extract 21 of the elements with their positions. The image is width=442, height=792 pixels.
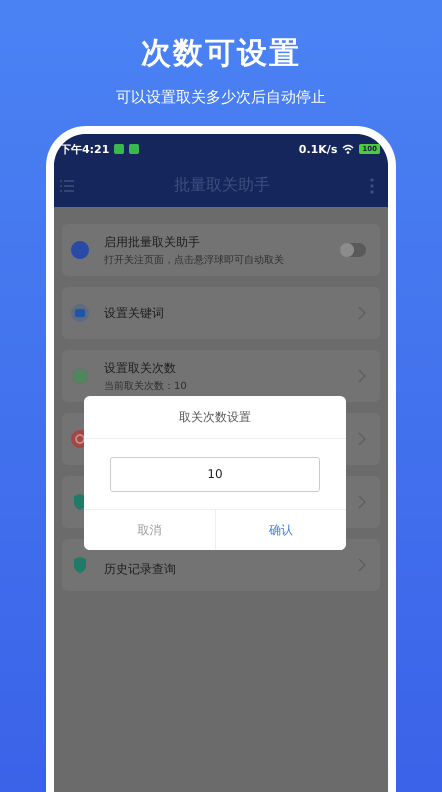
settings-card[interactable]: 设置取关次数 当前取关次数：10 [62, 350, 380, 402]
setting-description: 当前取关次数：10 [104, 380, 188, 392]
setting-title: 启用批量取关助手 [104, 234, 201, 250]
network-speed: 0.1K/s [298, 142, 338, 156]
setting-title: 设置关键词 [104, 304, 165, 322]
dialog-title: 取关次数设置 [84, 396, 346, 439]
toggle-switch[interactable] [340, 243, 366, 257]
settings-card[interactable]: 设置关键词 [62, 287, 380, 339]
settings-card[interactable]: 启用批量取关助手 打开关注页面，点击悬浮球即可自动取关 [62, 224, 380, 276]
wifi-icon [342, 143, 354, 155]
setting-title: 历史记录查询 [104, 560, 177, 578]
menu-icon[interactable] [60, 180, 74, 192]
confirm-button[interactable]: 确认 [214, 510, 346, 550]
setting-title: 设置取关次数 [104, 360, 177, 376]
setting-description: 打开关注页面，点击悬浮球即可自动取关 [104, 254, 285, 266]
count-input-field[interactable]: 10 [110, 456, 320, 492]
notification-icon [129, 144, 140, 154]
headline: 次数可设置 [141, 35, 301, 73]
notification-icon [114, 144, 124, 154]
subheadline: 可以设置取关多少次后自动停止 [116, 87, 326, 108]
more-icon[interactable] [370, 178, 374, 194]
